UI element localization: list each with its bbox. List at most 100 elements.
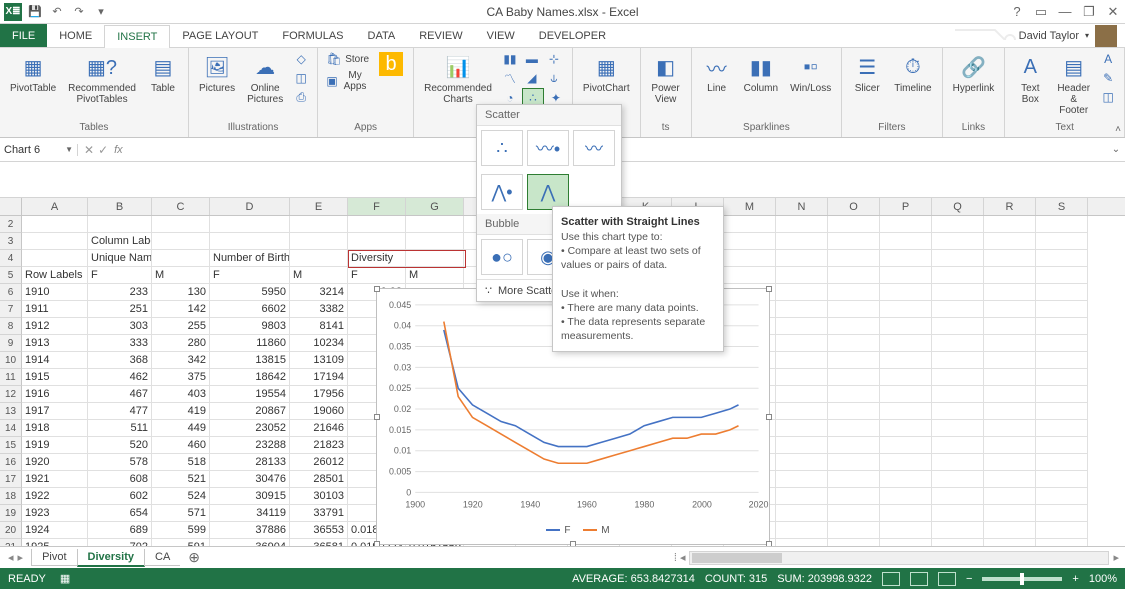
scatter-smooth-lines-button[interactable]: 〰: [573, 130, 615, 166]
cell[interactable]: 1910: [22, 284, 88, 301]
cell[interactable]: 1925: [22, 539, 88, 546]
cell[interactable]: [828, 318, 880, 335]
cell[interactable]: 9803: [210, 318, 290, 335]
cell[interactable]: [880, 335, 932, 352]
macro-record-icon[interactable]: ▦: [60, 572, 70, 585]
cell[interactable]: [1036, 301, 1088, 318]
cell[interactable]: [828, 267, 880, 284]
pictures-button[interactable]: 🖼Pictures: [195, 50, 239, 96]
page-layout-view-button[interactable]: [910, 572, 928, 586]
cell[interactable]: 36553: [290, 522, 348, 539]
name-box[interactable]: Chart 6▼: [0, 144, 78, 156]
cell[interactable]: [984, 284, 1036, 301]
cell[interactable]: [984, 352, 1036, 369]
cell[interactable]: [880, 318, 932, 335]
cell[interactable]: 3382: [290, 301, 348, 318]
cell[interactable]: M: [406, 267, 464, 284]
slicer-button[interactable]: ☰Slicer: [848, 50, 886, 96]
cell[interactable]: [1036, 352, 1088, 369]
cell[interactable]: 1922: [22, 488, 88, 505]
cell[interactable]: 3214: [290, 284, 348, 301]
cell[interactable]: [88, 216, 152, 233]
cell[interactable]: 1920: [22, 454, 88, 471]
cell[interactable]: [932, 420, 984, 437]
cell[interactable]: [932, 369, 984, 386]
cell[interactable]: [776, 454, 828, 471]
sheet-nav[interactable]: ◂▸: [0, 551, 31, 564]
hyperlink-button[interactable]: 🔗Hyperlink: [949, 50, 999, 96]
screenshot-button[interactable]: ⎙: [291, 88, 311, 106]
cell[interactable]: 1919: [22, 437, 88, 454]
qat-customize-icon[interactable]: ▾: [92, 3, 110, 21]
col-header-E[interactable]: E: [290, 198, 348, 215]
cell[interactable]: [932, 386, 984, 403]
cell[interactable]: [776, 471, 828, 488]
cell[interactable]: [932, 454, 984, 471]
cell[interactable]: [1036, 335, 1088, 352]
cell[interactable]: F: [210, 267, 290, 284]
cell[interactable]: 36581: [290, 539, 348, 546]
cell[interactable]: Unique Names: [88, 250, 152, 267]
cell[interactable]: 5950: [210, 284, 290, 301]
cell[interactable]: [290, 233, 348, 250]
cell[interactable]: 689: [88, 522, 152, 539]
cell[interactable]: [1036, 216, 1088, 233]
cell[interactable]: [984, 437, 1036, 454]
scatter-straight-lines-markers-button[interactable]: ⋀•: [481, 174, 523, 210]
cell[interactable]: [984, 301, 1036, 318]
redo-button[interactable]: ↷: [70, 3, 88, 21]
cancel-formula-button[interactable]: ✕: [84, 143, 94, 157]
cell[interactable]: M: [152, 267, 210, 284]
cell[interactable]: [984, 505, 1036, 522]
bing-button[interactable]: b: [375, 50, 407, 78]
cell[interactable]: 524: [152, 488, 210, 505]
cell[interactable]: [828, 352, 880, 369]
row-header[interactable]: 14: [0, 420, 22, 437]
row-header[interactable]: 16: [0, 454, 22, 471]
cell[interactable]: 8141: [290, 318, 348, 335]
cell[interactable]: [22, 250, 88, 267]
cell[interactable]: 20867: [210, 403, 290, 420]
col-header-G[interactable]: G: [406, 198, 464, 215]
cell[interactable]: [984, 318, 1036, 335]
cell[interactable]: [932, 284, 984, 301]
line-chart-button[interactable]: 〽: [500, 69, 520, 87]
cell[interactable]: 233: [88, 284, 152, 301]
cell[interactable]: [984, 454, 1036, 471]
cell[interactable]: 654: [88, 505, 152, 522]
sparkline-winloss-button[interactable]: ▪▫Win/Loss: [786, 50, 835, 96]
col-header-B[interactable]: B: [88, 198, 152, 215]
cell[interactable]: 608: [88, 471, 152, 488]
cell[interactable]: 1924: [22, 522, 88, 539]
cell[interactable]: [1036, 539, 1088, 546]
cell[interactable]: 460: [152, 437, 210, 454]
col-header-A[interactable]: A: [22, 198, 88, 215]
cell[interactable]: [724, 250, 776, 267]
row-header[interactable]: 17: [0, 471, 22, 488]
row-header[interactable]: 19: [0, 505, 22, 522]
row-header[interactable]: 7: [0, 301, 22, 318]
timeline-button[interactable]: ⏱Timeline: [890, 50, 935, 96]
user-label[interactable]: David Taylor ▾: [1019, 24, 1125, 47]
cell[interactable]: [932, 335, 984, 352]
cell[interactable]: [828, 437, 880, 454]
area-chart-button[interactable]: ◢: [522, 69, 542, 87]
cell[interactable]: 1914: [22, 352, 88, 369]
cell[interactable]: [932, 318, 984, 335]
cell[interactable]: [880, 216, 932, 233]
cell[interactable]: [828, 386, 880, 403]
cell[interactable]: 1916: [22, 386, 88, 403]
cell[interactable]: [1036, 318, 1088, 335]
cell[interactable]: [406, 250, 464, 267]
row-header[interactable]: 9: [0, 335, 22, 352]
cell[interactable]: [348, 233, 406, 250]
cell[interactable]: [152, 216, 210, 233]
textbox-button[interactable]: AText Box: [1011, 50, 1049, 107]
cell[interactable]: [1036, 233, 1088, 250]
cell[interactable]: 518: [152, 454, 210, 471]
bar-chart-button[interactable]: ▬: [522, 50, 542, 68]
cell[interactable]: 467: [88, 386, 152, 403]
cell[interactable]: [828, 216, 880, 233]
cell[interactable]: [1036, 471, 1088, 488]
cell[interactable]: [880, 233, 932, 250]
